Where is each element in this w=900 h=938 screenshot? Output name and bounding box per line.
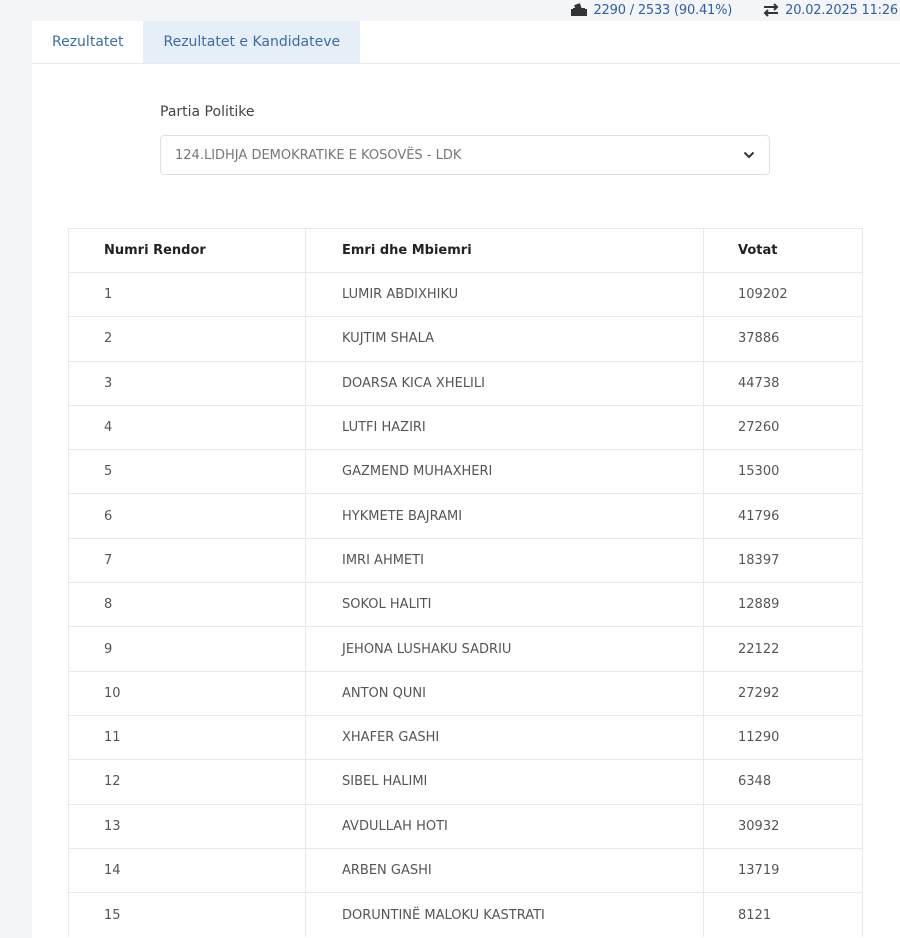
cell-name: JEHONA LUSHAKU SADRIU: [305, 626, 704, 672]
table-row: 6 HYKMETE BAJRAMI 41796: [68, 493, 863, 539]
cell-votes: 13719: [703, 847, 863, 894]
cell-order: 7: [68, 537, 306, 584]
col-header-name: Emri dhe Mbiemri: [305, 228, 704, 273]
cell-votes: 6348: [703, 759, 863, 805]
table-row: 11 XHAFER GASHI 11290: [68, 714, 863, 761]
cell-name: ARBEN GASHI: [305, 847, 704, 894]
tab-bar: Rezultatet Rezultatet e Kandidateve: [32, 21, 900, 64]
chevron-down-icon: [743, 151, 755, 159]
cell-order: 13: [68, 803, 306, 849]
cell-votes: 41796: [703, 493, 863, 539]
counting-progress: 2290 / 2533 (90.41%): [570, 3, 732, 18]
party-label: Partia Politike: [160, 104, 255, 120]
cell-name: DORUNTINË MALOKU KASTRATI: [305, 892, 704, 937]
status-bar: 2290 / 2533 (90.41%) 20.02.2025 11:26: [570, 0, 898, 20]
cell-votes: 8121: [703, 892, 863, 937]
cell-votes: 15300: [703, 449, 863, 495]
cell-order: 9: [68, 626, 306, 672]
cell-name: GAZMEND MUHAXHERI: [305, 449, 704, 495]
table-row: 12 SIBEL HALIMI 6348: [68, 759, 863, 805]
col-header-order: Numri Rendor: [68, 228, 306, 273]
party-select[interactable]: 124.LIDHJA DEMOKRATIKE E KOSOVËS - LDK: [160, 135, 770, 175]
table-row: 2 KUJTIM SHALA 37886: [68, 316, 863, 362]
table-row: 15 DORUNTINË MALOKU KASTRATI 8121: [68, 892, 863, 937]
table-row: 9 JEHONA LUSHAKU SADRIU 22122: [68, 626, 863, 672]
cell-order: 12: [68, 759, 306, 805]
cell-order: 14: [68, 847, 306, 894]
table-row: 4 LUTFI HAZIRI 27260: [68, 404, 863, 451]
cell-name: SIBEL HALIMI: [305, 759, 704, 805]
cell-votes: 109202: [703, 271, 863, 318]
table-row: 7 IMRI AHMETI 18397: [68, 537, 863, 584]
cell-name: SOKOL HALITI: [305, 582, 704, 628]
cell-votes: 27292: [703, 670, 863, 716]
cell-votes: 11290: [703, 714, 863, 761]
table-row: 5 GAZMEND MUHAXHERI 15300: [68, 449, 863, 495]
cell-votes: 30932: [703, 803, 863, 849]
cell-name: LUMIR ABDIXHIKU: [305, 271, 704, 318]
col-header-votes: Votat: [703, 228, 863, 273]
last-update: 20.02.2025 11:26: [762, 3, 898, 18]
cell-order: 4: [68, 404, 306, 451]
cell-name: DOARSA KICA XHELILI: [305, 360, 704, 406]
cell-votes: 27260: [703, 404, 863, 451]
table-row: 13 AVDULLAH HOTI 30932: [68, 803, 863, 849]
results-card: Rezultatet Rezultatet e Kandidateve Part…: [32, 21, 900, 938]
table-row: 14 ARBEN GASHI 13719: [68, 847, 863, 894]
cell-votes: 12889: [703, 582, 863, 628]
counting-text: 2290 / 2533 (90.41%): [593, 2, 733, 18]
cell-votes: 18397: [703, 537, 863, 584]
cell-name: KUJTIM SHALA: [305, 316, 704, 362]
cell-order: 3: [68, 360, 306, 406]
cell-votes: 22122: [703, 626, 863, 672]
candidates-table: Numri Rendor Emri dhe Mbiemri Votat 1 LUM…: [68, 228, 863, 937]
cell-votes: 37886: [703, 316, 863, 362]
cell-order: 1: [68, 271, 306, 318]
ballot-box-icon: [570, 3, 588, 17]
table-row: 3 DOARSA KICA XHELILI 44738: [68, 360, 863, 406]
tab-rezultatet-kandidateve[interactable]: Rezultatet e Kandidateve: [143, 21, 361, 63]
cell-order: 15: [68, 892, 306, 937]
cell-order: 5: [68, 449, 306, 495]
cell-order: 2: [68, 316, 306, 362]
exchange-arrows-icon: [762, 3, 780, 17]
table-row: 8 SOKOL HALITI 12889: [68, 582, 863, 628]
cell-order: 6: [68, 493, 306, 539]
cell-order: 10: [68, 670, 306, 716]
cell-name: IMRI AHMETI: [305, 537, 704, 584]
tab-rezultatet[interactable]: Rezultatet: [32, 21, 143, 63]
table-header-row: Numri Rendor Emri dhe Mbiemri Votat: [68, 228, 863, 273]
update-time: 20.02.2025 11:26: [785, 2, 898, 18]
cell-order: 11: [68, 714, 306, 761]
table-row: 10 ANTON QUNI 27292: [68, 670, 863, 716]
cell-order: 8: [68, 582, 306, 628]
table-row: 1 LUMIR ABDIXHIKU 109202: [68, 271, 863, 318]
cell-votes: 44738: [703, 360, 863, 406]
cell-name: HYKMETE BAJRAMI: [305, 493, 704, 539]
party-selected-value: 124.LIDHJA DEMOKRATIKE E KOSOVËS - LDK: [175, 147, 462, 163]
cell-name: ANTON QUNI: [305, 670, 704, 716]
cell-name: XHAFER GASHI: [305, 714, 704, 761]
cell-name: AVDULLAH HOTI: [305, 803, 704, 849]
cell-name: LUTFI HAZIRI: [305, 404, 704, 451]
